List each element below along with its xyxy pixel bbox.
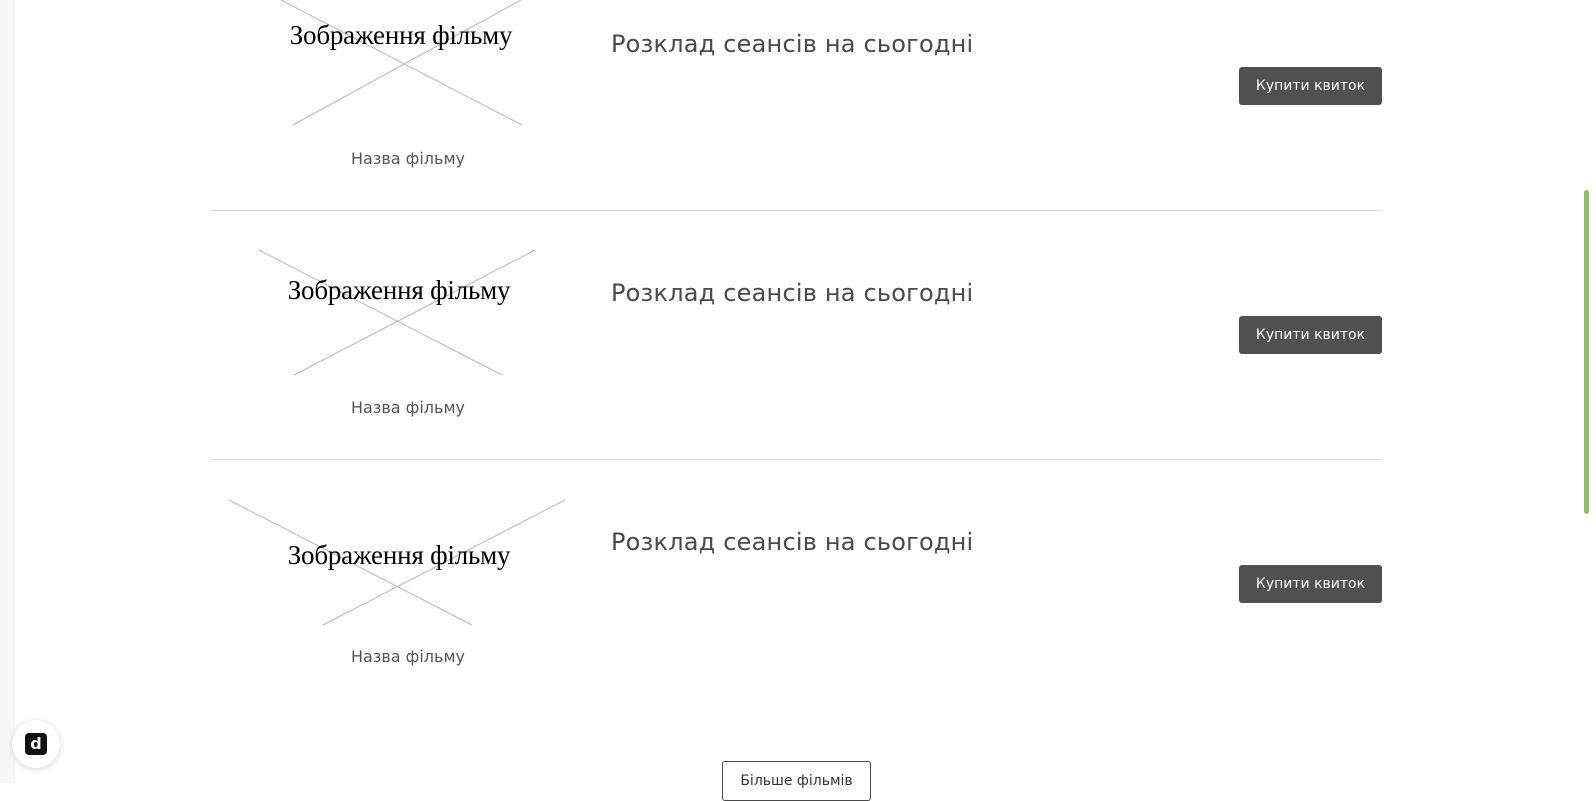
movie-poster-placeholder[interactable]: Зображення фільму	[228, 499, 569, 626]
buy-ticket-button[interactable]: Купити квиток	[1239, 316, 1382, 354]
movie-title[interactable]: Назва фільму	[303, 647, 513, 666]
scrollbar-thumb[interactable]	[1584, 190, 1589, 514]
poster-alt-text: Зображення фільму	[287, 540, 511, 570]
movie-title[interactable]: Назва фільму	[303, 149, 513, 168]
schedule-heading: Розклад сеансів на сьогодні	[611, 30, 974, 58]
buy-ticket-button[interactable]: Купити квиток	[1239, 67, 1382, 105]
movie-card: Зображення фільму Назва фільму Розклад с…	[211, 0, 1382, 211]
movie-title[interactable]: Назва фільму	[303, 398, 513, 417]
chat-widget-button[interactable]: d	[12, 720, 60, 768]
d-logo-icon: d	[25, 733, 47, 755]
movie-poster-placeholder[interactable]: Зображення фільму	[258, 249, 539, 376]
more-movies-button[interactable]: Більше фільмів	[722, 761, 871, 801]
poster-alt-text: Зображення фільму	[287, 275, 511, 305]
schedule-heading: Розклад сеансів на сьогодні	[611, 528, 974, 556]
schedule-heading: Розклад сеансів на сьогодні	[611, 279, 974, 307]
movie-card: Зображення фільму Назва фільму Розклад с…	[211, 211, 1382, 460]
scrollbar[interactable]	[1580, 0, 1596, 783]
buy-ticket-button[interactable]: Купити квиток	[1239, 565, 1382, 603]
movie-card: Зображення фільму Назва фільму Розклад с…	[211, 460, 1382, 708]
poster-alt-text: Зображення фільму	[289, 20, 513, 50]
broken-image-icon	[258, 249, 536, 376]
left-gutter	[0, 0, 15, 783]
movie-poster-placeholder[interactable]: Зображення фільму	[271, 0, 531, 130]
